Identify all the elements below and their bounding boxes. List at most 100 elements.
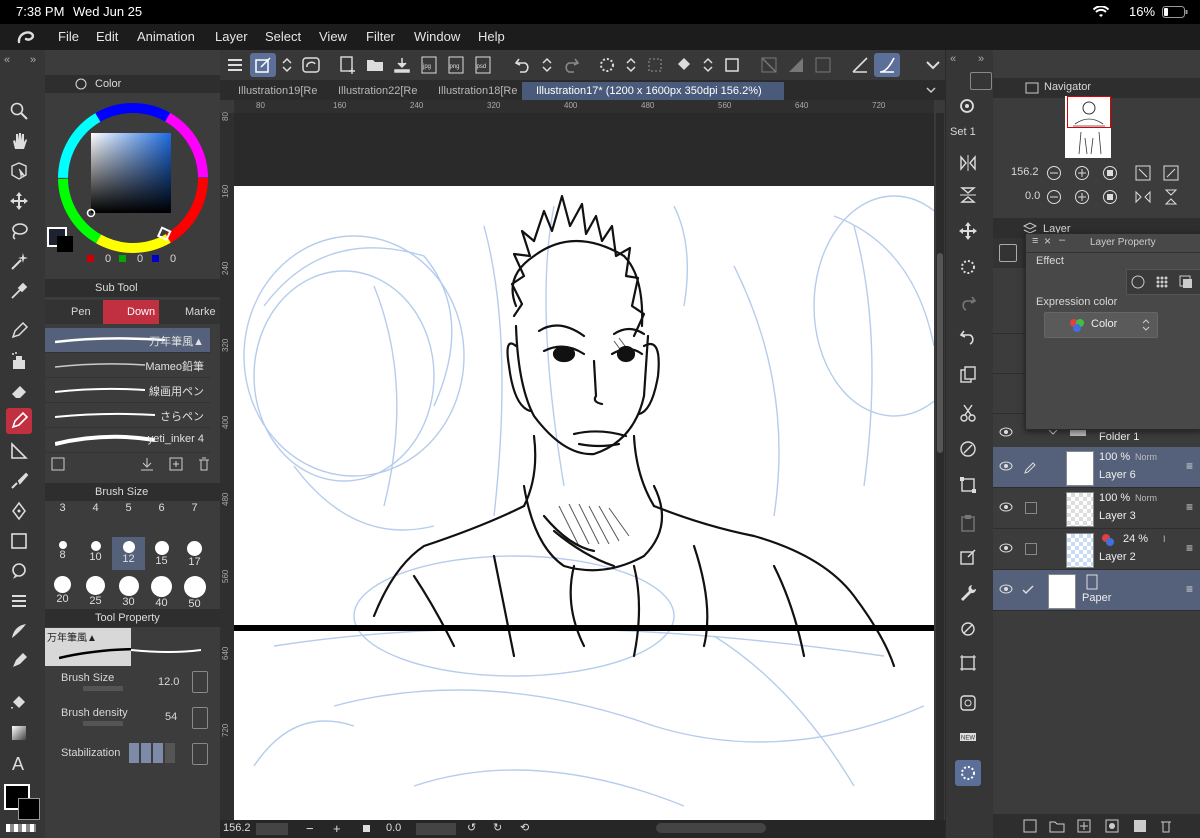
layer-mask-add-icon[interactable]	[1133, 819, 1147, 833]
eye-icon[interactable]	[999, 459, 1013, 473]
undo-updown-icon[interactable]	[534, 53, 560, 77]
zoom-value[interactable]: 156.2	[223, 822, 251, 834]
brush-density-slider[interactable]	[83, 721, 123, 726]
menu-view[interactable]: View	[319, 29, 347, 44]
menu-help[interactable]: Help	[478, 29, 505, 44]
copy-icon[interactable]	[955, 362, 981, 388]
wrench-icon[interactable]	[955, 580, 981, 606]
layer-blend-icon[interactable]	[999, 244, 1017, 262]
tab-illustration18[interactable]: Illustration18[Re	[424, 82, 532, 100]
sub-color-swatch[interactable]	[18, 798, 40, 820]
zoom-out-icon[interactable]: −	[306, 821, 314, 836]
brush-size-cell[interactable]: 25	[79, 572, 112, 607]
new-badge-icon[interactable]: NEW	[955, 724, 981, 750]
redo-icon[interactable]	[558, 53, 584, 77]
new-file-icon[interactable]	[335, 53, 361, 77]
menu-layer[interactable]: Layer	[215, 29, 248, 44]
horizontal-scrollbar[interactable]	[656, 823, 766, 833]
vector-pen-icon[interactable]	[6, 498, 32, 524]
transform-icon[interactable]	[756, 53, 782, 77]
ruler-snap-icon[interactable]	[847, 53, 873, 77]
menu-select[interactable]: Select	[265, 29, 301, 44]
panel-menu-button[interactable]	[970, 72, 992, 90]
active-view-icon[interactable]	[955, 760, 981, 786]
paste-icon[interactable]	[955, 510, 981, 536]
layer-row-layer2[interactable]: 24 % I Layer 2 ≡	[993, 529, 1200, 570]
clear-icon[interactable]	[783, 53, 809, 77]
eye-icon[interactable]	[999, 582, 1013, 596]
brush-size-cell[interactable]: 20	[46, 572, 79, 605]
layer-mask-icon[interactable]	[810, 53, 836, 77]
navigator-fullsize-icon[interactable]	[1163, 165, 1179, 181]
brush-size-slider[interactable]	[83, 686, 123, 691]
scale-icon[interactable]	[955, 544, 981, 570]
link-icon[interactable]	[955, 436, 981, 462]
brush-item-3[interactable]: 線画用ペン	[45, 378, 210, 403]
brush-tool-icon[interactable]	[6, 468, 32, 494]
menu-window[interactable]: Window	[414, 29, 460, 44]
navigator-reset-rotate-icon[interactable]	[1102, 189, 1118, 205]
toolbar-collapse-icon[interactable]	[920, 53, 946, 77]
color-wheel[interactable]	[53, 98, 213, 258]
export-png-icon[interactable]: png	[443, 53, 469, 77]
screen-capture-icon[interactable]	[955, 690, 981, 716]
zoom-in-icon[interactable]: +	[333, 821, 341, 836]
balloon-tool-icon[interactable]	[6, 558, 32, 584]
undo-side-icon[interactable]	[955, 324, 981, 350]
fit-icon[interactable]	[363, 825, 370, 832]
brush-size-cell[interactable]: 7	[178, 502, 211, 535]
search-icon[interactable]	[955, 94, 981, 120]
paper-handle-icon[interactable]: ≡	[1186, 582, 1193, 596]
brush-size-cell[interactable]: 5	[112, 502, 145, 535]
layer6-handle-icon[interactable]: ≡	[1186, 459, 1193, 473]
zoom-tool-icon[interactable]	[6, 98, 32, 124]
eyedropper-icon[interactable]	[6, 278, 32, 304]
subtool-settings-icon[interactable]	[51, 457, 65, 471]
eye-icon[interactable]	[999, 425, 1013, 439]
cut-icon[interactable]	[955, 400, 981, 426]
popup-grip-icon[interactable]: ≡	[1032, 235, 1038, 247]
snap-to-curve-icon[interactable]	[874, 53, 900, 77]
layer2-handle-icon[interactable]: ≡	[1186, 541, 1193, 555]
tab-illustration19[interactable]: Illustration19[Re	[224, 82, 332, 100]
brush-item-5[interactable]: yeti_inker 4	[45, 428, 210, 453]
navigator-preview[interactable]	[1065, 96, 1111, 158]
move-layer-icon[interactable]	[955, 218, 981, 244]
duplicate-icon[interactable]	[169, 457, 183, 471]
set-label[interactable]: Set 1	[950, 126, 976, 138]
subtool-tab-marker[interactable]: Marke	[185, 306, 216, 318]
merge-layer-icon[interactable]	[1077, 819, 1091, 833]
navigator-zoom-value[interactable]: 156.2	[1011, 166, 1039, 178]
hamburger-menu-icon[interactable]	[222, 53, 248, 77]
flip-vertical-icon[interactable]	[955, 182, 981, 208]
spinner-icon[interactable]	[955, 254, 981, 280]
navigator-fit-icon[interactable]	[1102, 165, 1118, 181]
rotate-value[interactable]: 0.0	[386, 822, 401, 834]
brush-size-value[interactable]: 12.0	[158, 676, 179, 688]
rotate-slider[interactable]	[416, 823, 456, 835]
layer-row-paper[interactable]: Paper ≡	[993, 570, 1200, 611]
navigator-zoom-out-icon[interactable]	[1046, 165, 1062, 181]
layer-delete-icon[interactable]	[1159, 819, 1173, 833]
updown-icon-3[interactable]	[695, 53, 721, 77]
navigator-flip-v-icon[interactable]	[1163, 189, 1179, 205]
crop-icon[interactable]	[719, 53, 745, 77]
brush-size-cell[interactable]: 12	[112, 537, 145, 570]
menu-edit[interactable]: Edit	[96, 29, 118, 44]
tab-illustration22[interactable]: Illustration22[Re	[324, 82, 432, 100]
tab-illustration17[interactable]: Illustration17* (1200 x 1600px 350dpi 15…	[522, 82, 784, 100]
vertical-scrollbar[interactable]	[937, 253, 943, 453]
move-tool-icon[interactable]	[6, 188, 32, 214]
brush-item-2[interactable]: Mameo鉛筆	[45, 353, 210, 378]
stabilization-expand[interactable]	[192, 743, 208, 765]
export-jpg-icon[interactable]: jpg	[416, 53, 442, 77]
redo-side-icon[interactable]	[955, 290, 981, 316]
save-icon[interactable]	[389, 53, 415, 77]
layer3-lock-box[interactable]	[1025, 502, 1037, 514]
flip-horizontal-icon[interactable]	[955, 150, 981, 176]
brush-size-cell[interactable]: 50	[178, 572, 211, 610]
sub-color-small-swatch[interactable]	[57, 236, 73, 252]
pen-tool-icon[interactable]	[6, 318, 32, 344]
operation-tool-icon[interactable]	[6, 158, 32, 184]
brush-size-cell[interactable]: 15	[145, 537, 178, 570]
